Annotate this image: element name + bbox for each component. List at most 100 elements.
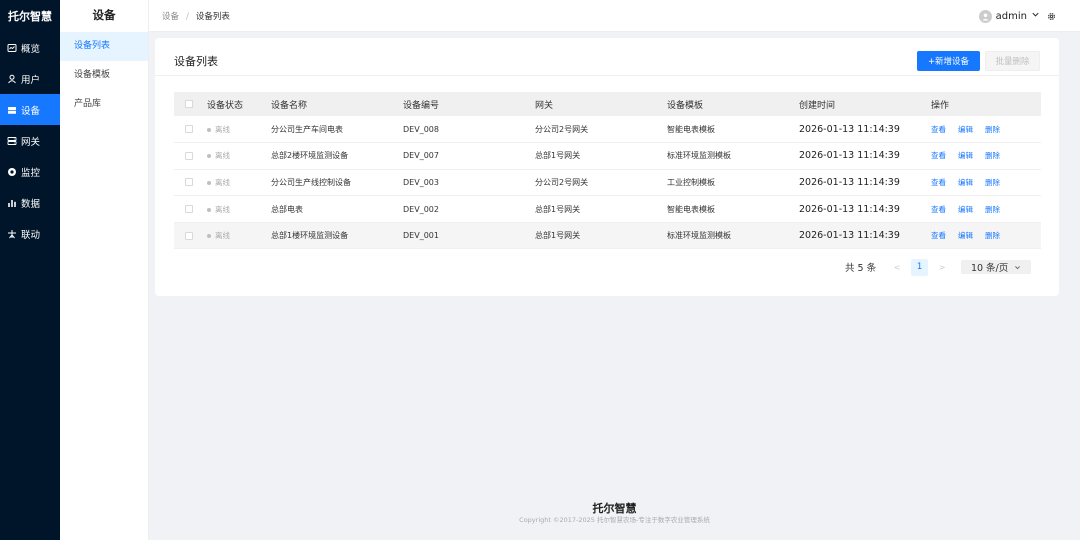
page-footer: 托尔智慧 Copyright ©2017-2025 托尔智慧农场-专注于数字农业… <box>149 500 1080 524</box>
delete-link[interactable]: 删除 <box>985 205 1000 214</box>
page-size-select[interactable]: 10 条/页 <box>961 260 1032 274</box>
template-cell: 工业控制模板 <box>667 177 715 187</box>
column-header-created: 创建时间 <box>799 100 836 111</box>
device-name-cell: 分公司生产线控制设备 <box>271 177 351 187</box>
submenu-item-0[interactable]: 设备列表 <box>60 32 148 61</box>
device-list-card: 设备列表 +新增设备 批量删除 设备状态 设备名称 设备编号 网关 设备模板 创… <box>155 38 1059 296</box>
actions-cell: 查看 编辑 删除 <box>931 116 1041 143</box>
created-time-cell: 2026-01-13 11:14:39 <box>799 230 900 242</box>
table-row[interactable]: 离线 分公司生产线控制设备 DEV_003 分公司2号网关 工业控制模板 2026-01-… <box>174 169 1041 196</box>
row-select-cell <box>174 143 207 170</box>
template-cell: 标准环境监测模板 <box>667 151 731 161</box>
actions-cell: 查看 编辑 删除 <box>931 222 1041 249</box>
row-checkbox[interactable] <box>185 231 193 240</box>
top-header: 设备 / 设备列表 admin <box>149 0 1080 32</box>
row-checkbox[interactable] <box>185 151 193 160</box>
breadcrumb-item-device[interactable]: 设备 <box>162 12 179 22</box>
gateway-cell: 分公司2号网关 <box>535 124 589 134</box>
device-name-cell: 分公司生产车间电表 <box>271 124 343 134</box>
table-row[interactable]: 离线 分公司生产车间电表 DEV_008 分公司2号网关 智能电表模板 2026-01-1… <box>174 116 1041 143</box>
created-time-cell: 2026-01-13 11:14:39 <box>799 150 900 162</box>
nav-item-label: 联动 <box>21 229 41 241</box>
table-row[interactable]: 离线 总部2楼环境监测设备 DEV_007 总部1号网关 标准环境监测模板 2026-01… <box>174 143 1041 170</box>
row-checkbox[interactable] <box>185 205 193 214</box>
row-select-cell <box>174 222 207 249</box>
status-dot-icon <box>207 207 211 212</box>
nav-item-label: 设备 <box>21 105 41 117</box>
status-cell: 离线 <box>207 222 271 249</box>
actions-cell: 查看 编辑 删除 <box>931 169 1041 196</box>
view-link[interactable]: 查看 <box>931 231 946 240</box>
device-code-cell: DEV_002 <box>403 204 439 214</box>
status-badge: 离线 <box>207 231 230 240</box>
row-checkbox[interactable] <box>185 125 193 134</box>
submenu-title: 设备 <box>92 8 116 22</box>
chevron-down-icon[interactable] <box>1031 10 1040 22</box>
gateway-cell: 分公司2号网关 <box>535 177 589 187</box>
status-cell: 离线 <box>207 196 271 223</box>
nav-item-label: 监控 <box>21 167 41 179</box>
status-text: 离线 <box>215 177 230 187</box>
user-menu[interactable]: admin <box>978 0 1056 32</box>
batch-delete-button[interactable]: 批量删除 <box>985 51 1040 71</box>
column-header-name: 设备名称 <box>271 100 308 111</box>
view-link[interactable]: 查看 <box>931 151 946 160</box>
delete-link[interactable]: 删除 <box>985 178 1000 187</box>
footer-copyright: Copyright ©2017-2025 托尔智慧农场-专注于数字农业管理系统 <box>519 516 710 524</box>
table-row[interactable]: 离线 总部电表 DEV_002 总部1号网关 智能电表模板 2026-01-13 11:1… <box>174 196 1041 223</box>
avatar[interactable] <box>978 9 992 23</box>
gear-icon[interactable] <box>1047 12 1056 21</box>
edit-link[interactable]: 编辑 <box>958 205 973 214</box>
status-badge: 离线 <box>207 151 230 160</box>
card-title: 设备列表 <box>174 55 218 68</box>
page-number-button[interactable]: 1 <box>911 258 929 276</box>
add-device-button[interactable]: +新增设备 <box>917 51 980 71</box>
view-link[interactable]: 查看 <box>931 125 946 134</box>
template-cell: 智能电表模板 <box>667 204 715 214</box>
status-cell: 离线 <box>207 143 271 170</box>
username[interactable]: admin <box>996 11 1027 22</box>
status-dot-icon <box>207 234 211 239</box>
status-dot-icon <box>207 127 211 132</box>
submenu-item-2[interactable]: 产品库 <box>60 90 148 119</box>
actions-cell: 查看 编辑 删除 <box>931 143 1041 170</box>
table-row[interactable]: 离线 总部1楼环境监测设备 DEV_001 总部1号网关 标准环境监测模板 2026-01… <box>174 222 1041 249</box>
nav-item-0[interactable]: 概览 <box>0 32 60 63</box>
delete-link[interactable]: 删除 <box>985 151 1000 160</box>
status-text: 离线 <box>215 124 230 134</box>
chevron-down-icon <box>1015 265 1021 269</box>
edit-link[interactable]: 编辑 <box>958 231 973 240</box>
device-name-cell: 总部1楼环境监测设备 <box>271 231 349 241</box>
select-all-checkbox[interactable] <box>185 99 193 108</box>
nav-item-4[interactable]: 监控 <box>0 156 60 187</box>
device-icon <box>6 104 17 115</box>
device-name-cell: 总部电表 <box>271 204 303 214</box>
view-link[interactable]: 查看 <box>931 178 946 187</box>
delete-link[interactable]: 删除 <box>985 231 1000 240</box>
submenu-item-1[interactable]: 设备模板 <box>60 61 148 90</box>
status-text: 离线 <box>215 151 230 161</box>
template-cell: 标准环境监测模板 <box>667 231 731 241</box>
pagination-total: 共 5 条 <box>845 263 877 274</box>
page-size-value: 10 条/页 <box>970 263 1009 274</box>
nav-item-6[interactable]: 联动 <box>0 218 60 249</box>
prev-page-button[interactable]: < <box>890 263 904 272</box>
dashboard-icon <box>6 42 17 53</box>
edit-link[interactable]: 编辑 <box>958 125 973 134</box>
nav-item-3[interactable]: 网关 <box>0 125 60 156</box>
gateway-cell: 总部1号网关 <box>535 231 581 241</box>
edit-link[interactable]: 编辑 <box>958 178 973 187</box>
edit-link[interactable]: 编辑 <box>958 151 973 160</box>
delete-link[interactable]: 删除 <box>985 125 1000 134</box>
nav-item-label: 用户 <box>21 74 41 86</box>
nav-item-2[interactable]: 设备 <box>0 94 60 125</box>
status-dot-icon <box>207 180 211 185</box>
nav-item-5[interactable]: 数据 <box>0 187 60 218</box>
row-checkbox[interactable] <box>185 178 193 187</box>
next-page-button[interactable]: > <box>935 263 949 272</box>
nav-item-1[interactable]: 用户 <box>0 63 60 94</box>
view-link[interactable]: 查看 <box>931 205 946 214</box>
pagination: 共 5 条 < 1 > 10 条/页 <box>845 258 1032 276</box>
user-icon <box>6 73 17 84</box>
created-time-cell: 2026-01-13 11:14:39 <box>799 176 900 188</box>
